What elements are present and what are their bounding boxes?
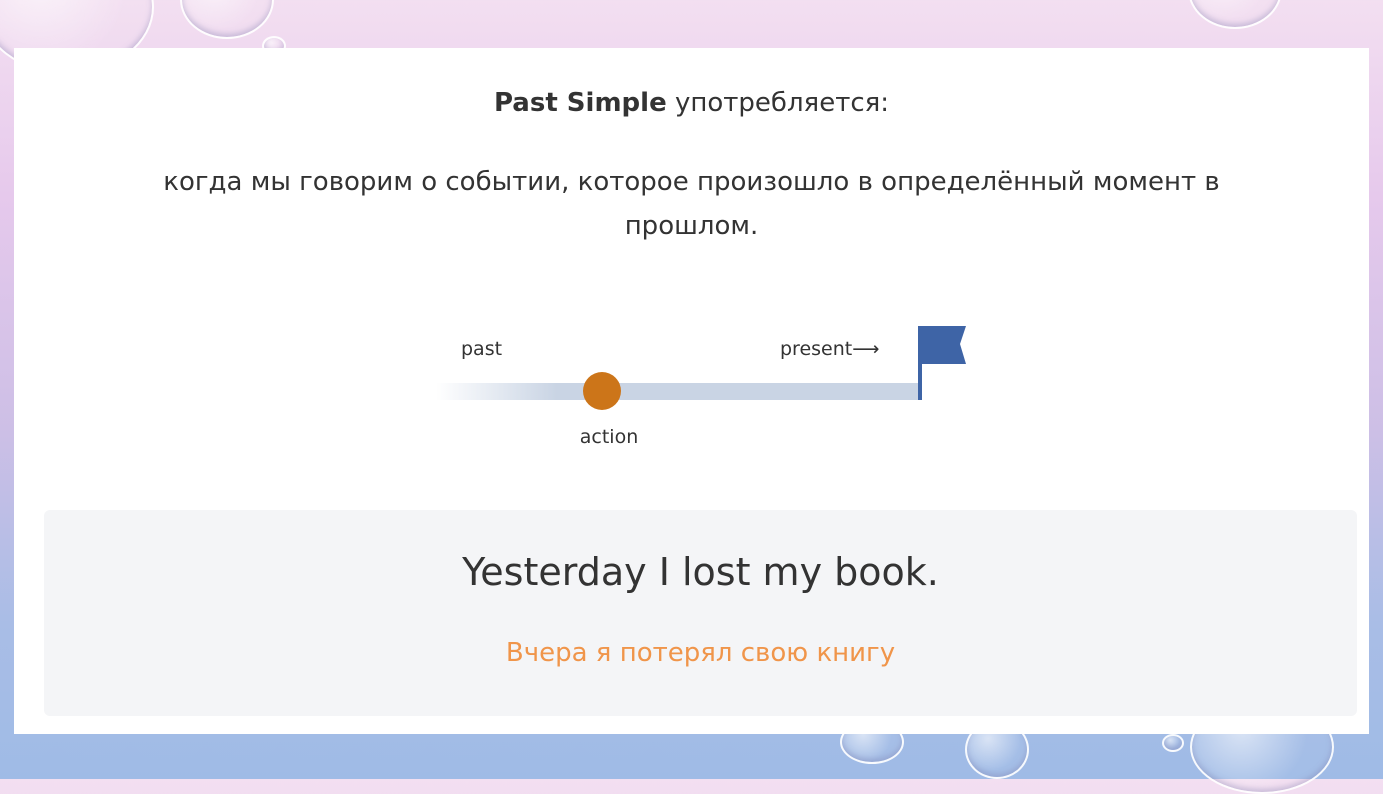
action-label: action — [580, 426, 638, 448]
timeline-line — [436, 383, 920, 400]
past-label: past — [461, 338, 502, 360]
action-dot — [583, 372, 621, 410]
present-flag-icon — [922, 326, 966, 364]
example-english: Yesterday I lost my book. — [462, 550, 939, 594]
example-box: Yesterday I lost my book. Вчера я потеря… — [44, 510, 1357, 716]
example-translation: Вчера я потерял свою книгу — [505, 638, 896, 668]
decor-bubble — [180, 0, 274, 39]
timeline-diagram: past present⟶ action — [436, 326, 966, 448]
decor-bubble — [1188, 0, 1282, 29]
present-pole — [918, 326, 922, 400]
content-card: Past Simple употребляется: когда мы гово… — [14, 48, 1369, 734]
decor-bubble — [1162, 734, 1184, 752]
present-label: present⟶ — [780, 338, 879, 360]
